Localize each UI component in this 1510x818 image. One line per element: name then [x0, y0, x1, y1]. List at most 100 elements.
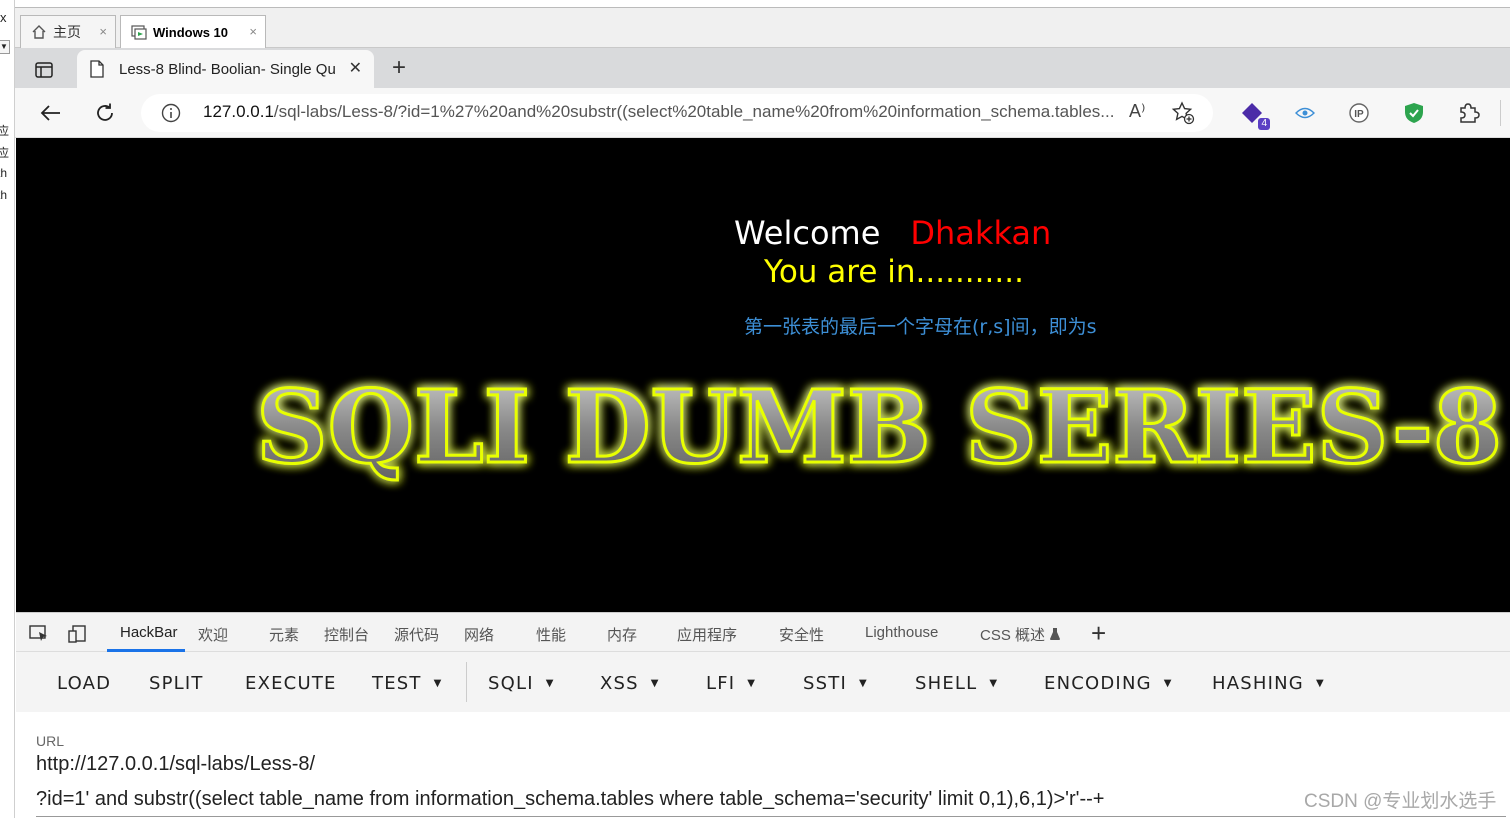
close-icon[interactable]: ×: [99, 24, 107, 39]
screen: x ▼ 应 应 th th 主页 × Windows 10 ×: [0, 0, 1510, 818]
username-text: Dhakkan: [910, 214, 1052, 252]
hashing-dropdown[interactable]: HASHING ▼: [1212, 673, 1325, 694]
hint-text: 第一张表的最后一个字母在(r,s]间，即为s: [744, 316, 1097, 338]
host-dropdown[interactable]: ▼: [0, 40, 10, 54]
add-favorite-icon[interactable]: [1171, 101, 1195, 125]
url-host: 127.0.0.1: [203, 102, 274, 121]
devtools-tab-welcome[interactable]: 欢迎: [198, 624, 228, 645]
extension-cube-icon[interactable]: 4: [1238, 99, 1270, 130]
url-field-line-1[interactable]: http://127.0.0.1/sql-labs/Less-8/: [36, 753, 315, 776]
read-aloud-icon[interactable]: A⁾: [1129, 101, 1145, 122]
load-label: LOAD: [57, 673, 112, 694]
welcome-text: Welcome: [734, 214, 881, 252]
browser-toolbar: 127.0.0.1/sql-labs/Less-8/?id=1%27%20and…: [15, 88, 1510, 138]
test-label: TEST: [372, 673, 422, 694]
hackbar-toolbar: LOAD SPLIT EXECUTE TEST ▼ SQLI ▼ XSS ▼ LFI ▼…: [16, 652, 1510, 712]
url-path: /sql-labs/Less-8/?id=1%27%20and%20substr…: [273, 102, 1115, 121]
host-text-1: 应: [0, 122, 9, 139]
inspect-element-icon[interactable]: [28, 623, 50, 645]
caret-icon: ▼: [545, 678, 555, 689]
back-arrow-icon: [40, 105, 60, 121]
caret-icon: ▼: [1315, 678, 1325, 689]
close-tab-icon[interactable]: ✕: [349, 58, 362, 78]
more-tools-button[interactable]: +: [1091, 618, 1106, 649]
extension-eye-icon[interactable]: [1291, 99, 1319, 127]
extension-ip-label: IP: [1354, 109, 1364, 120]
vmware-tab-bar: 主页 × Windows 10 ×: [15, 8, 1510, 48]
devtools-tab-performance[interactable]: 性能: [536, 624, 566, 645]
extensions-puzzle-icon[interactable]: [1455, 99, 1483, 127]
devtools-tab-security[interactable]: 安全性: [779, 624, 824, 645]
refresh-icon: [97, 103, 113, 121]
browser-tab-title: Less-8 Blind- Boolian- Single Quotes- St…: [119, 60, 335, 78]
watermark: CSDN @专业划水选手: [1304, 791, 1497, 812]
load-button[interactable]: LOAD: [57, 673, 111, 694]
extension-ip-icon[interactable]: IP: [1345, 99, 1373, 127]
host-text-3: th: [0, 166, 8, 180]
url-field-underline: [36, 816, 1506, 817]
info-icon[interactable]: [161, 103, 181, 123]
page-icon: [90, 60, 104, 78]
devtools-tab-hackbar[interactable]: HackBar: [120, 624, 178, 641]
sqli-label: SQLI: [488, 673, 534, 694]
test-dropdown[interactable]: TEST ▼: [372, 673, 442, 694]
address-bar[interactable]: 127.0.0.1/sql-labs/Less-8/?id=1%27%20and…: [141, 94, 1213, 132]
hackbar-separator: [466, 662, 467, 702]
vmware-tab-home-label: 主页: [53, 24, 81, 40]
hackbar-panel: URL http://127.0.0.1/sql-labs/Less-8/ ?i…: [16, 712, 1510, 818]
split-label: SPLIT: [149, 673, 204, 694]
lfi-label: LFI: [706, 673, 736, 694]
encoding-label: ENCODING: [1044, 673, 1152, 694]
hashing-label: HASHING: [1212, 673, 1304, 694]
xss-label: XSS: [600, 673, 639, 694]
encoding-dropdown[interactable]: ENCODING ▼: [1044, 673, 1173, 694]
split-button[interactable]: SPLIT: [149, 673, 204, 694]
execute-button[interactable]: EXECUTE: [245, 673, 337, 694]
new-tab-button[interactable]: +: [385, 54, 413, 82]
devtools-tab-css-overview[interactable]: CSS 概述: [980, 624, 1061, 645]
devtools-tab-network[interactable]: 网络: [464, 624, 494, 645]
caret-icon: ▼: [1163, 678, 1173, 689]
extension-shield-icon[interactable]: [1400, 99, 1428, 127]
vmware-tab-windows10[interactable]: Windows 10 ×: [120, 15, 266, 48]
flask-icon: [1050, 628, 1061, 640]
url-text[interactable]: 127.0.0.1/sql-labs/Less-8/?id=1%27%20and…: [203, 102, 1123, 122]
devtools-tab-sources[interactable]: 源代码: [394, 624, 439, 645]
extension-badge: 4: [1258, 118, 1270, 130]
caret-icon: ▼: [858, 678, 868, 689]
ssti-label: SSTI: [803, 673, 847, 694]
tab-actions-icon[interactable]: [27, 56, 61, 84]
sqli-dropdown[interactable]: SQLI ▼: [488, 673, 555, 694]
devtools-tab-application[interactable]: 应用程序: [677, 624, 737, 645]
shell-dropdown[interactable]: SHELL ▼: [915, 673, 998, 694]
css-overview-label: CSS 概述: [980, 627, 1046, 644]
refresh-button[interactable]: [90, 98, 120, 128]
devtools-tab-bar: HackBar 欢迎 元素 控制台 源代码 网络 性能 内存 应用程序 安全性 …: [16, 612, 1510, 652]
device-emulation-icon[interactable]: [67, 623, 89, 645]
status-text: You are in...........: [764, 254, 1024, 290]
host-text-2: 应: [0, 144, 9, 161]
ssti-dropdown[interactable]: SSTI ▼: [803, 673, 868, 694]
vmware-tab-home[interactable]: 主页 ×: [20, 15, 116, 48]
browser-tab-strip: Less-8 Blind- Boolian- Single Quotes- St…: [15, 48, 1510, 88]
shell-label: SHELL: [915, 673, 978, 694]
url-field-line-2[interactable]: ?id=1' and substr((select table_name fro…: [36, 788, 1104, 811]
welcome-line: Welcome Dhakkan: [734, 214, 1051, 252]
host-close-icon[interactable]: x: [0, 10, 7, 25]
caret-icon: ▼: [989, 678, 999, 689]
banner-image: SQLI DUMB SERIES-8: [255, 367, 1504, 488]
close-icon[interactable]: ×: [249, 24, 257, 39]
host-text-4: th: [0, 188, 8, 202]
vmware-tab-windows10-label: Windows 10: [153, 24, 229, 40]
devtools-tab-memory[interactable]: 内存: [607, 624, 637, 645]
banner-text: SQLI DUMB SERIES-8: [256, 368, 1502, 486]
devtools-tab-lighthouse[interactable]: Lighthouse: [865, 624, 938, 641]
browser-tab-active[interactable]: Less-8 Blind- Boolian- Single Quotes- St…: [77, 50, 374, 88]
devtools-tab-console[interactable]: 控制台: [324, 624, 369, 645]
xss-dropdown[interactable]: XSS ▼: [600, 673, 660, 694]
caret-icon: ▼: [747, 678, 757, 689]
devtools-tab-elements[interactable]: 元素: [269, 624, 299, 645]
back-button[interactable]: [35, 98, 65, 128]
host-window-edge: x ▼ 应 应 th th: [0, 0, 15, 818]
lfi-dropdown[interactable]: LFI ▼: [706, 673, 756, 694]
